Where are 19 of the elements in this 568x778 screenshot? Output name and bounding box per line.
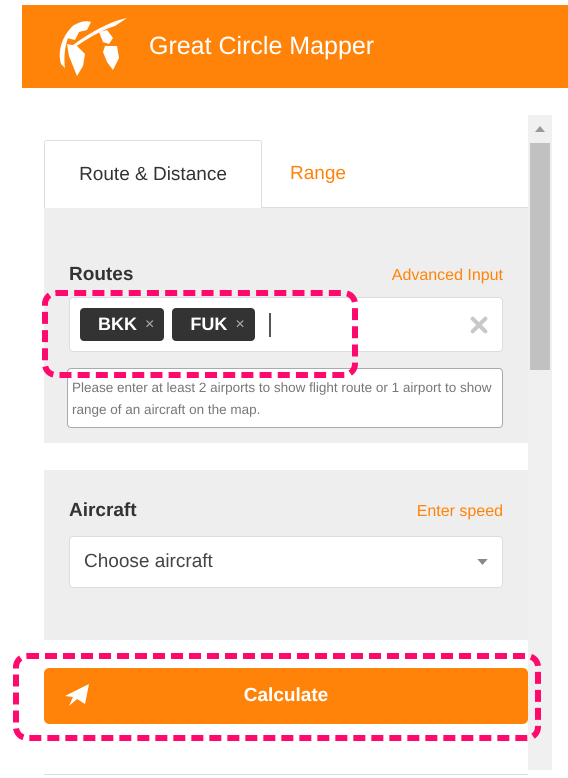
remove-tag-button[interactable]: ×: [235, 316, 245, 334]
scroll-thumb[interactable]: [530, 143, 550, 370]
app-title: Great Circle Mapper: [149, 32, 374, 61]
tab[interactable]: Route & Distance: [44, 140, 262, 208]
text-cursor: [268, 312, 271, 336]
scrollbar[interactable]: [528, 115, 552, 770]
remove-tag-button[interactable]: ×: [145, 316, 154, 334]
hint-text: Please enter at least 2 airports to show flight route or 1 airport to show range of an aircraft on the map.: [67, 368, 503, 428]
clear-icon[interactable]: [470, 316, 488, 334]
airport-code: FUK: [190, 314, 228, 335]
routes-label: Routes: [69, 264, 134, 286]
routes-input-field[interactable]: BKK × FUK ×: [69, 297, 503, 352]
airport-code: BKK: [98, 314, 137, 335]
globe-icon: [57, 16, 127, 78]
paper-plane-icon: [65, 684, 89, 706]
caret-icon: [477, 559, 488, 565]
aircraft-select[interactable]: Choose aircraft: [69, 536, 503, 588]
scroll-up-icon[interactable]: [535, 126, 545, 132]
aircraft-label: Aircraft: [69, 500, 137, 522]
